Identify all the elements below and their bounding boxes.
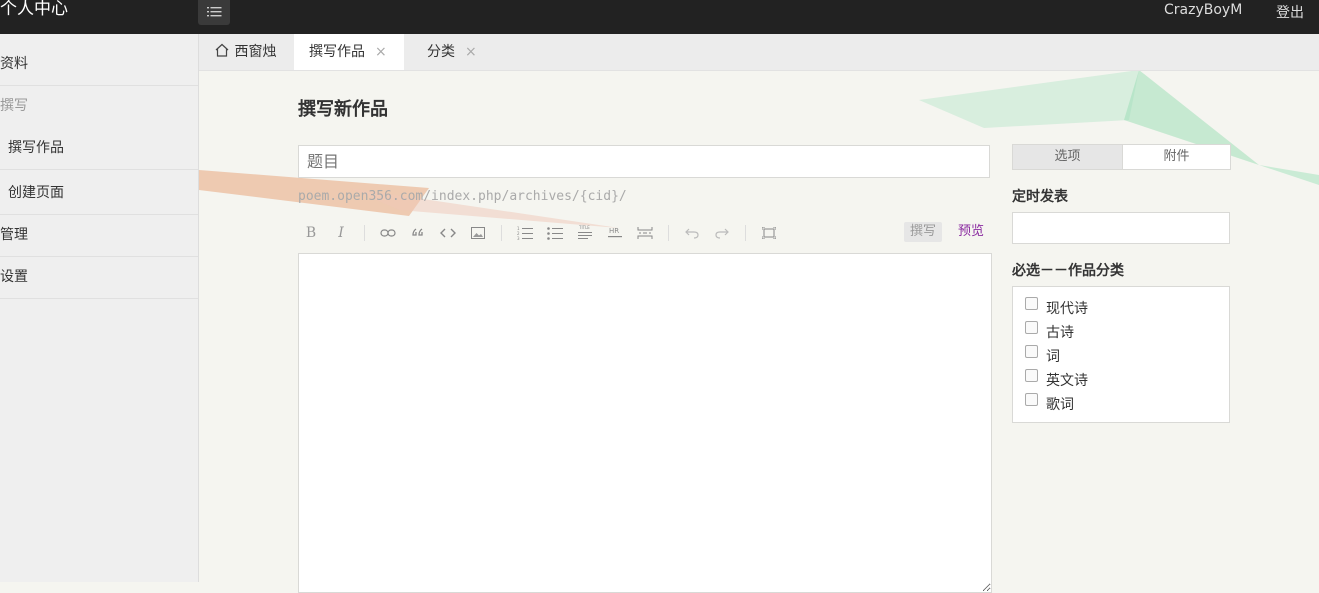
undo-icon [685, 228, 699, 239]
category-checkbox[interactable] [1025, 369, 1038, 382]
more-break-icon [637, 227, 653, 239]
title-input[interactable] [298, 145, 990, 178]
schedule-date-input[interactable] [1012, 212, 1230, 244]
horizontal-rule-button[interactable]: HR [604, 222, 626, 244]
toolbar-divider [364, 225, 365, 241]
toolbar-divider [668, 225, 669, 241]
tab-write-work[interactable]: 撰写作品 × [294, 34, 404, 70]
toolbar-divider [501, 225, 502, 241]
close-icon[interactable]: × [465, 44, 477, 60]
options-tab-group: 选项 附件 [1012, 144, 1231, 170]
close-icon[interactable]: × [375, 44, 387, 60]
fullscreen-icon [761, 226, 777, 240]
tab-label: 撰写作品 [309, 44, 365, 60]
code-icon [440, 228, 456, 238]
sidebar-item-create-page[interactable]: 创建页面 [0, 173, 198, 215]
bullet-list-icon [547, 227, 563, 240]
content-editor[interactable] [298, 253, 992, 593]
code-button[interactable] [437, 222, 459, 244]
category-label-text: 古诗 [1046, 325, 1074, 341]
list-icon [207, 7, 222, 17]
undo-button[interactable] [681, 222, 703, 244]
sidebar-group-label: 撰写 [0, 98, 28, 114]
toolbar-divider [745, 225, 746, 241]
heading-button[interactable]: TITLE [574, 222, 596, 244]
category-label-text: 歌词 [1046, 397, 1074, 413]
redo-button[interactable] [711, 222, 733, 244]
category-label: 必选－－作品分类 [1012, 263, 1124, 279]
tab-bar: 西窗烛 撰写作品 × 分类 × [199, 34, 1319, 71]
sidebar-item-write-work[interactable]: 撰写作品 [0, 128, 198, 170]
tab-label: 分类 [427, 44, 455, 60]
category-checkbox[interactable] [1025, 393, 1038, 406]
logout-link[interactable]: 登出 [1276, 2, 1304, 22]
italic-button[interactable]: I [330, 222, 352, 244]
more-button[interactable] [634, 222, 656, 244]
quote-icon [412, 228, 423, 236]
category-label-text: 词 [1046, 349, 1060, 365]
user-name-link[interactable]: CrazyBoyM [1164, 2, 1242, 18]
quote-button[interactable] [407, 222, 429, 244]
category-label-text: 现代诗 [1046, 301, 1088, 317]
svg-text:HR: HR [609, 227, 619, 235]
sidebar: 资料 撰写 撰写作品 创建页面 管理 设置 [0, 34, 199, 582]
tab-label: 西窗烛 [234, 44, 277, 60]
image-button[interactable] [467, 222, 489, 244]
brand-title[interactable]: 个人中心 [0, 0, 68, 20]
sidebar-item-label: 创建页面 [8, 185, 64, 201]
heading-icon: TITLE [578, 225, 592, 239]
tab-attachments[interactable]: 附件 [1122, 145, 1231, 169]
image-icon [471, 227, 485, 239]
page-title: 撰写新作品 [298, 99, 388, 120]
sidebar-group-write: 撰写 [0, 86, 198, 127]
menu-toggle-button[interactable] [198, 0, 230, 25]
permalink-slug[interactable]: poem.open356.com/index.php/archives/{cid… [298, 189, 627, 204]
editor-toolbar: B I 123 TITLE HR 撰写 预览 [298, 222, 992, 246]
tab-category[interactable]: 分类 × [427, 34, 477, 70]
category-list: 现代诗 古诗 词 英文诗 歌词 [1012, 286, 1230, 423]
redo-icon [715, 228, 729, 239]
unordered-list-button[interactable] [544, 222, 566, 244]
sidebar-item-label: 管理 [0, 227, 28, 243]
sidebar-item-settings[interactable]: 设置 [0, 257, 198, 299]
write-mode-tab[interactable]: 撰写 [904, 222, 943, 242]
ordered-list-icon: 123 [517, 226, 533, 241]
sidebar-item-label: 设置 [0, 269, 28, 285]
link-button[interactable] [377, 222, 399, 244]
schedule-label: 定时发表 [1012, 189, 1068, 205]
category-checkbox[interactable] [1025, 345, 1038, 358]
sidebar-item-label: 撰写作品 [8, 140, 64, 156]
horizontal-rule-icon: HR [608, 227, 622, 238]
link-icon [380, 229, 396, 237]
tab-home[interactable]: 西窗烛 [214, 34, 276, 70]
sidebar-item-manage[interactable]: 管理 [0, 215, 198, 257]
category-checkbox[interactable] [1025, 321, 1038, 334]
category-checkbox[interactable] [1025, 297, 1038, 310]
sidebar-item-profile[interactable]: 资料 [0, 44, 198, 86]
ordered-list-button[interactable]: 123 [514, 222, 536, 244]
preview-mode-tab[interactable]: 预览 [958, 222, 984, 242]
svg-text:3: 3 [517, 236, 520, 240]
home-icon [215, 43, 229, 57]
top-navbar: 个人中心 CrazyBoyM 登出 [0, 0, 1319, 34]
bold-button[interactable]: B [300, 222, 322, 244]
svg-text:TITLE: TITLE [578, 225, 590, 230]
fullscreen-button[interactable] [758, 222, 780, 244]
tab-options[interactable]: 选项 [1013, 145, 1123, 169]
sidebar-item-label: 资料 [0, 56, 28, 72]
category-label-text: 英文诗 [1046, 373, 1088, 389]
